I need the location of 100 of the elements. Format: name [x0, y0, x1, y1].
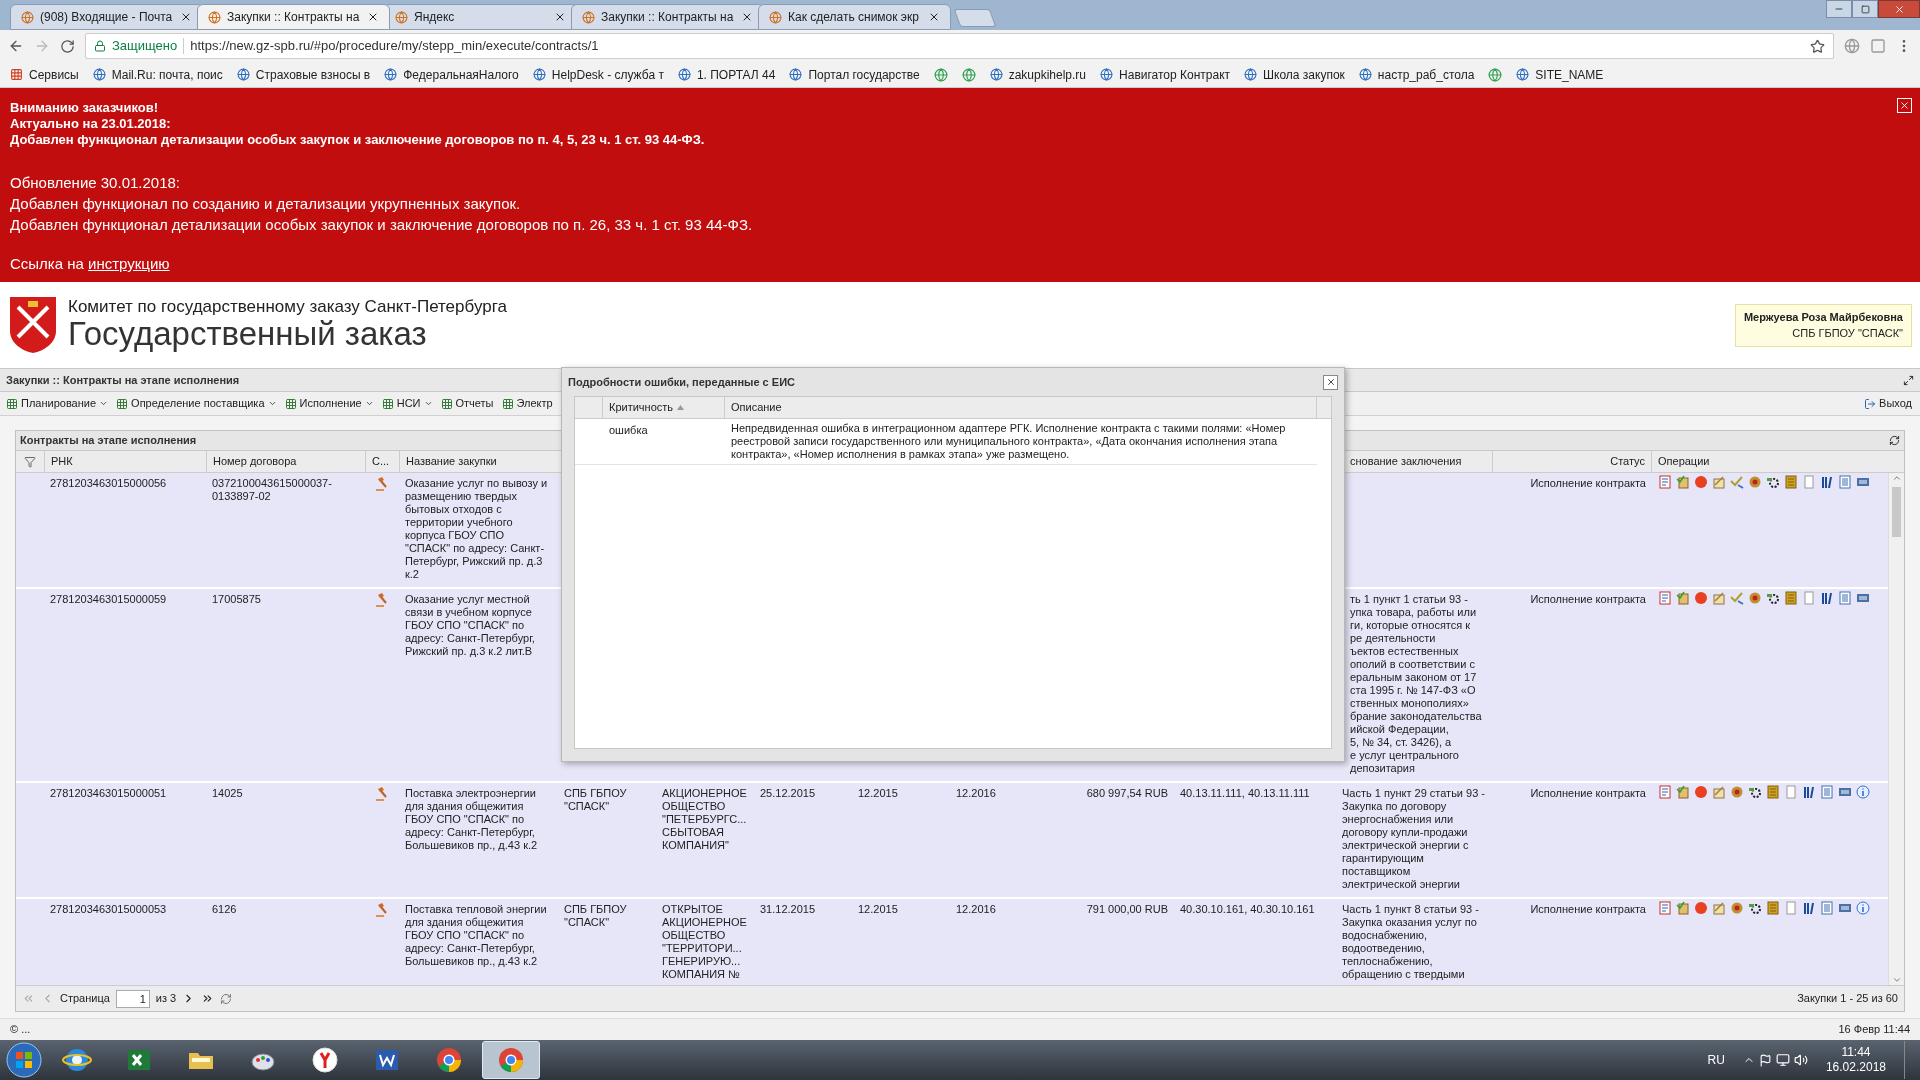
bookmark[interactable]: 1. ПОРТАЛ 44 — [677, 65, 776, 84]
books-icon[interactable] — [1820, 591, 1834, 605]
maximize-icon[interactable] — [1903, 374, 1914, 386]
refresh-icon[interactable] — [220, 992, 233, 1005]
close-icon[interactable] — [367, 11, 379, 23]
document-icon[interactable] — [1658, 591, 1672, 605]
books-icon[interactable] — [1802, 901, 1816, 915]
bookmark[interactable]: Mail.Ru: почта, поис — [92, 65, 223, 84]
volume-icon[interactable] — [1793, 1053, 1808, 1067]
bookmark[interactable]: Школа закупок — [1244, 65, 1345, 84]
signature-icon[interactable] — [1712, 901, 1726, 915]
extension-icon[interactable] — [1844, 38, 1860, 54]
bookmark[interactable]: Портал государстве — [789, 65, 920, 84]
toolbar-menu-button[interactable]: Определение поставщика — [114, 395, 279, 412]
gear-icon[interactable] — [1766, 475, 1780, 489]
scroll-down-icon[interactable] — [1891, 975, 1902, 985]
chrome-icon[interactable] — [434, 1045, 464, 1075]
tray-icon[interactable] — [1838, 785, 1852, 799]
books-icon[interactable] — [1820, 475, 1834, 489]
apps-bookmark[interactable]: Сервисы — [10, 65, 79, 84]
signature-icon[interactable] — [1712, 785, 1726, 799]
close-icon[interactable] — [554, 11, 566, 23]
network-icon[interactable] — [1775, 1053, 1790, 1067]
maximize-button[interactable] — [1852, 0, 1878, 18]
tray-icon[interactable] — [1856, 591, 1870, 605]
bookmark[interactable]: zakupkihelp.ru — [989, 65, 1087, 84]
signature-icon[interactable] — [1712, 475, 1726, 489]
toolbar-menu-button[interactable]: Планирование — [4, 395, 111, 412]
browser-tab[interactable]: Как сделать снимок экр — [758, 4, 951, 30]
stop-icon[interactable] — [1694, 591, 1708, 605]
toolbar-menu-button[interactable]: Исполнение — [282, 395, 376, 412]
address-field[interactable]: Защищено https://new.gz-spb.ru/#po/procedure/my/stepp_min/execute/contracts/1 — [85, 33, 1834, 59]
scrollbar[interactable] — [1888, 473, 1904, 985]
bookmark-star-icon[interactable] — [1810, 38, 1825, 54]
close-button[interactable] — [1323, 374, 1338, 390]
document-icon[interactable] — [1658, 475, 1672, 489]
flag-icon[interactable] — [1758, 1053, 1772, 1067]
toolbar-menu-button[interactable]: НСИ — [379, 395, 435, 412]
column-header[interactable]: Операции — [1652, 451, 1887, 472]
tray-icon[interactable] — [1838, 901, 1852, 915]
column-header[interactable]: Название закупки — [399, 451, 558, 472]
gear-icon[interactable] — [1748, 901, 1762, 915]
emblem-icon[interactable] — [1748, 475, 1762, 489]
toolbar-menu-button[interactable]: Электр — [499, 395, 555, 412]
page-field[interactable]: 1 — [115, 989, 150, 1008]
stop-icon[interactable] — [1694, 901, 1708, 915]
bookmark-icon[interactable] — [1488, 67, 1503, 82]
bookmark-icon[interactable] — [933, 67, 948, 82]
bookmark[interactable]: настр_раб_стола — [1358, 65, 1475, 84]
instruction-link[interactable]: инструкцию — [88, 255, 170, 272]
info-icon[interactable] — [1856, 785, 1870, 799]
tray-icon[interactable] — [1856, 475, 1870, 489]
stop-icon[interactable] — [1694, 785, 1708, 799]
emblem-icon[interactable] — [1730, 901, 1744, 915]
language-indicator[interactable]: RU — [1707, 1051, 1725, 1069]
gear-icon[interactable] — [1766, 591, 1780, 605]
yandex-browser-icon[interactable] — [310, 1045, 340, 1075]
emblem-icon[interactable] — [1748, 591, 1762, 605]
scroll-icon[interactable] — [1676, 591, 1690, 605]
refresh-icon[interactable] — [1889, 435, 1900, 446]
document-icon[interactable] — [1658, 901, 1672, 915]
globe-icon — [532, 68, 546, 81]
column-header[interactable]: Критичность — [603, 397, 725, 418]
scroll-icon[interactable] — [1676, 475, 1690, 489]
scroll-icon[interactable] — [1676, 901, 1690, 915]
scroll-icon[interactable] — [1676, 785, 1690, 799]
info-icon[interactable] — [1856, 901, 1870, 915]
gear-icon[interactable] — [1748, 785, 1762, 799]
bookmark-icon[interactable] — [961, 67, 976, 82]
minimize-button[interactable] — [1826, 0, 1852, 18]
column-header[interactable]: Статус — [1493, 451, 1652, 472]
close-icon[interactable] — [741, 11, 753, 23]
stop-icon[interactable] — [1694, 475, 1708, 489]
column-header[interactable]: РНК — [44, 451, 206, 472]
filter-icon[interactable] — [24, 455, 36, 468]
column-header[interactable]: Описание — [725, 397, 1317, 418]
column-header[interactable]: Номер договора — [206, 451, 365, 472]
browser-tab[interactable]: Закупки :: Контракты на — [197, 4, 390, 30]
bookmark[interactable]: ФедеральнаяНалого — [384, 65, 519, 84]
checkmark-icon[interactable] — [1730, 475, 1744, 489]
books-icon[interactable] — [1802, 785, 1816, 799]
reload-icon[interactable] — [60, 38, 75, 54]
bookmark[interactable]: HelpDesk - служба т — [532, 65, 664, 84]
emblem-icon[interactable] — [1730, 785, 1744, 799]
bookmark[interactable]: Страховые взносы в — [236, 65, 371, 84]
clock[interactable]: 11:44 16.02.2018 — [1825, 1045, 1886, 1075]
bookmark[interactable]: SITE_NAME — [1516, 65, 1604, 84]
column-header[interactable]: С... — [365, 451, 399, 472]
close-icon[interactable] — [928, 11, 940, 23]
scrollbar-thumb[interactable] — [1892, 487, 1901, 537]
document-icon[interactable] — [1658, 785, 1672, 799]
bookmark[interactable]: Навигатор Контракт — [1100, 65, 1231, 84]
close-icon[interactable] — [180, 11, 192, 23]
toolbar-menu-button[interactable]: Отчеты — [438, 395, 496, 412]
start-button[interactable] — [4, 1041, 44, 1079]
back-icon[interactable] — [8, 38, 24, 54]
exit-button[interactable]: Выход — [1864, 395, 1912, 412]
signature-icon[interactable] — [1712, 591, 1726, 605]
scroll-up-icon[interactable] — [1891, 473, 1902, 483]
checkmark-icon[interactable] — [1730, 591, 1744, 605]
